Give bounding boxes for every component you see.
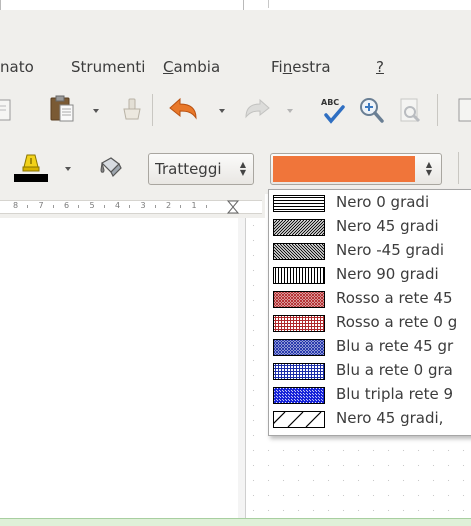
menu-cambia-rest: ambia [173, 58, 221, 76]
hatch-label: Nero 90 gradi [336, 265, 439, 283]
spellcheck-abc-text: ABC [321, 98, 339, 107]
redo-dropdown-arrow[interactable] [287, 109, 293, 113]
hatch-label: Blu a rete 45 gr [336, 337, 454, 355]
drawing-properties-toolbar: Tratteggi ▲ ▼ ▲ ▼ [0, 142, 471, 194]
hatch-label: Blu a rete 0 gra [336, 361, 453, 379]
area-icon[interactable] [97, 154, 125, 182]
highlight-icon[interactable] [14, 151, 48, 185]
hatch-swatch [273, 363, 325, 380]
ruler-indent-marker[interactable] [226, 199, 240, 214]
line-color-bar [14, 174, 48, 182]
menu-finestra[interactable]: Finestra [271, 58, 331, 76]
menu-strumenti[interactable]: Strumenti [71, 58, 145, 76]
menu-finestra-part2: estra [292, 58, 331, 76]
menu-finestra-mnemonic: n [282, 58, 293, 76]
separator [268, 0, 269, 8]
hatch-list-item[interactable]: Rosso a rete 0 g [269, 311, 471, 335]
menu-cambia-mnemonic: C [163, 58, 174, 76]
ruler-tick [52, 205, 54, 208]
ruler-label: 8 [13, 201, 19, 210]
line-color-dropdown-arrow[interactable] [65, 167, 71, 171]
hatch-list-item[interactable]: Nero 45 gradi, [269, 407, 471, 431]
hatch-label: Nero 45 gradi, [336, 409, 444, 427]
copy-icon[interactable] [0, 96, 16, 122]
hatch-swatch [273, 243, 325, 260]
ruler-tick [180, 205, 181, 208]
hatch-label: Rosso a rete 45 [336, 289, 453, 307]
hatch-swatch [273, 339, 325, 356]
top-strip [0, 0, 471, 11]
menu-finestra-part1: Fi [271, 58, 283, 76]
ruler-tick [154, 205, 156, 208]
hatch-list-item[interactable]: Nero 45 gradi [269, 215, 471, 239]
fill-color-spin[interactable]: ▲ ▼ [421, 154, 437, 184]
fill-style-spin[interactable]: ▲ ▼ [235, 154, 251, 184]
hatch-list-item[interactable]: Rosso a rete 45 [269, 287, 471, 311]
menu-cambia[interactable]: Cambia [163, 58, 220, 76]
table-icon[interactable] [455, 96, 471, 122]
hatch-swatch [273, 315, 325, 332]
zoom-icon[interactable] [357, 94, 387, 126]
window-title-area [0, 10, 471, 52]
menu-help-mnemonic: ? [376, 58, 384, 76]
hatch-list-item[interactable]: Blu tripla rete 9 [269, 383, 471, 407]
find-icon[interactable] [395, 96, 425, 126]
ruler-scale: 8 7 6 5 4 3 2 1 [0, 200, 262, 214]
horizontal-ruler[interactable]: 8 7 6 5 4 3 2 1 [0, 194, 265, 219]
ruler-label: 6 [64, 201, 70, 210]
spellcheck-icon[interactable]: ABC [317, 94, 349, 126]
clone-formatting-icon[interactable] [117, 96, 143, 122]
hatch-swatch [273, 267, 325, 284]
ruler-tick [27, 205, 28, 208]
menu-format[interactable]: nato [0, 58, 34, 76]
undo-dropdown-arrow[interactable] [219, 109, 225, 113]
fill-color-swatch [273, 156, 415, 182]
menu-help[interactable]: ? [376, 58, 384, 76]
hatch-list-item[interactable]: Nero -45 gradi [269, 239, 471, 263]
ruler-tick [129, 205, 130, 208]
page-shadow [238, 218, 245, 518]
hatch-swatch [273, 219, 325, 236]
standard-toolbar: ABC [0, 82, 471, 142]
paste-icon[interactable] [48, 94, 78, 124]
hatch-swatch [273, 387, 325, 404]
hatch-list-item[interactable]: Blu a rete 0 gra [269, 359, 471, 383]
hatch-label: Nero 45 gradi [336, 217, 439, 235]
paste-dropdown-arrow[interactable] [93, 109, 99, 113]
fill-color-select[interactable]: ▲ ▼ [270, 153, 442, 185]
ruler-label: 5 [89, 201, 95, 210]
hatch-list-item[interactable]: Blu a rete 45 gr [269, 335, 471, 359]
fill-style-select[interactable]: Tratteggi ▲ ▼ [148, 153, 254, 185]
undo-icon[interactable] [166, 94, 200, 124]
fill-style-value: Tratteggi [155, 160, 222, 178]
hatch-list-item[interactable]: Nero 0 gradi [269, 191, 471, 215]
hatch-list-item[interactable]: Nero 90 gradi [269, 263, 471, 287]
hatch-swatch [273, 291, 325, 308]
ruler-label: 1 [191, 201, 197, 210]
hatch-label: Nero 0 gradi [336, 193, 430, 211]
hatch-label: Rosso a rete 0 g [336, 313, 458, 331]
toolbar-separator [152, 94, 153, 126]
hatch-style-list: Nero 0 gradi Nero 45 gradi Nero -45 gradi N… [268, 189, 471, 436]
redo-icon[interactable] [243, 96, 273, 122]
toolbar-separator [437, 94, 438, 126]
ruler-tick [78, 205, 79, 208]
down-arrow: ▼ [425, 168, 433, 177]
hatch-swatch [273, 195, 325, 212]
ruler-label: 7 [38, 201, 44, 210]
ruler-label: 3 [140, 201, 146, 210]
hatch-label: Blu tripla rete 9 [336, 385, 454, 403]
menubar: nato Strumenti Cambia Finestra ? [0, 52, 471, 82]
down-arrow: ▼ [239, 168, 247, 177]
ruler-label: 2 [166, 201, 172, 210]
toolbar-separator [458, 152, 459, 184]
ruler-label: 4 [115, 201, 121, 210]
hatch-label: Nero -45 gradi [336, 241, 445, 259]
hatch-swatch [273, 411, 325, 428]
ruler-tick [205, 205, 207, 208]
ruler-tick [103, 205, 105, 208]
